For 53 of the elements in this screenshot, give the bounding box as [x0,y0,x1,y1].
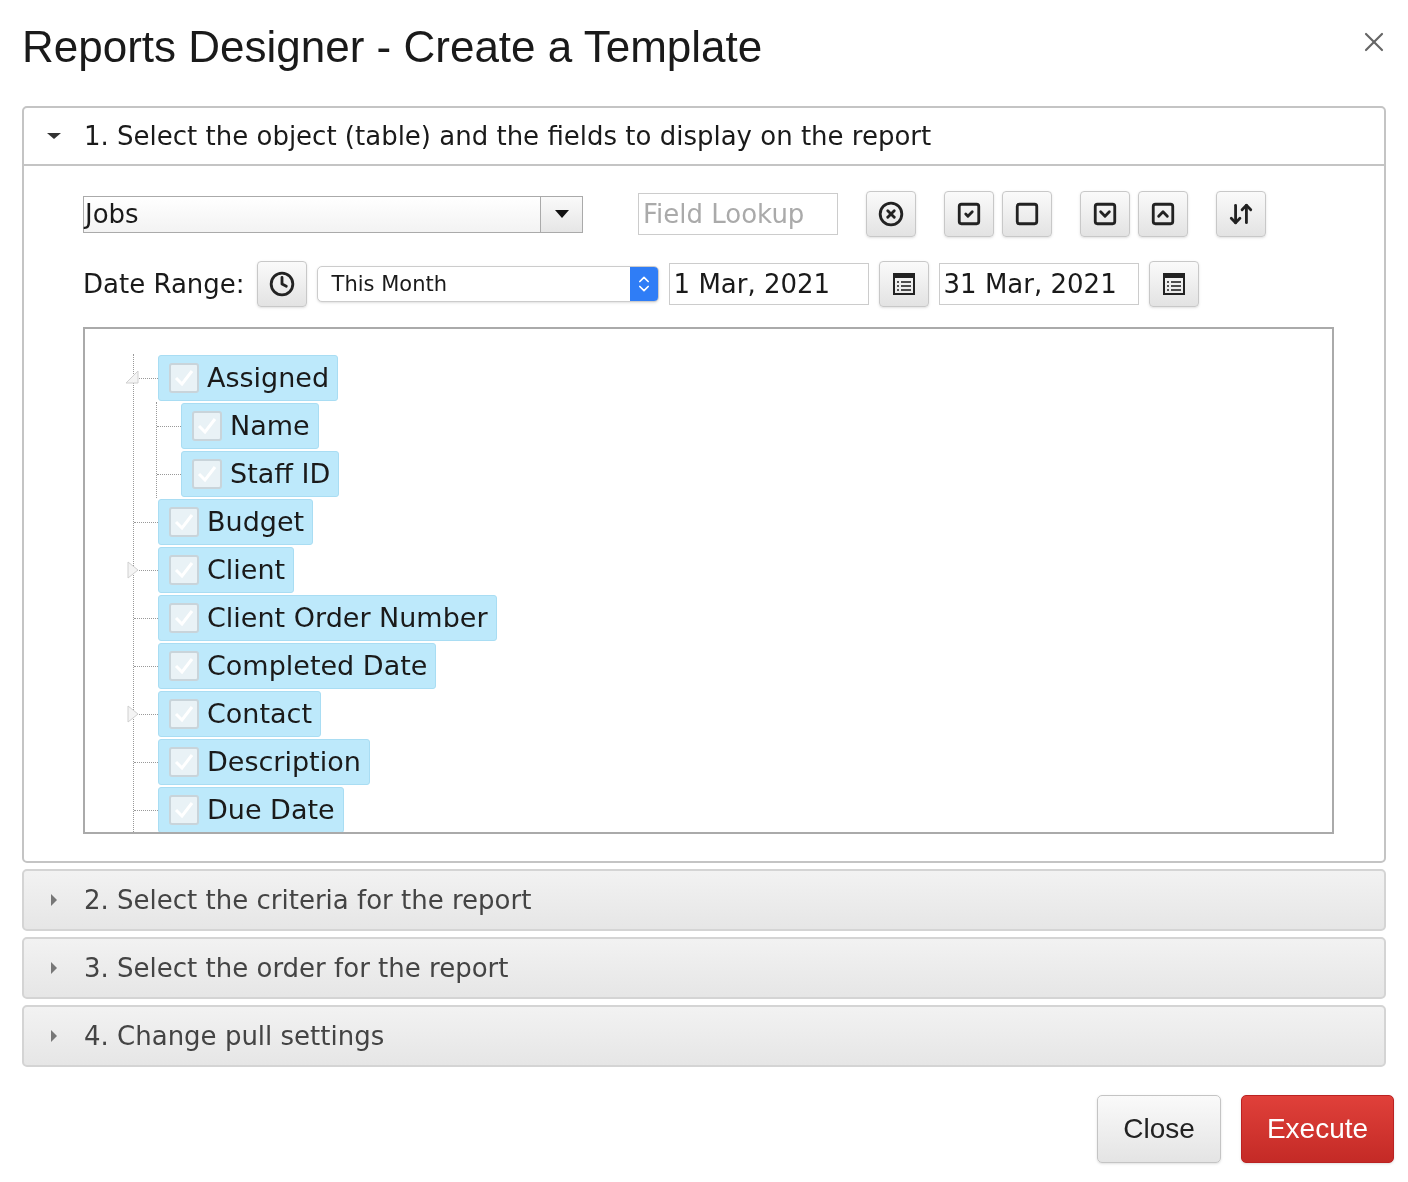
object-select[interactable]: Jobs [83,195,583,233]
checkbox[interactable] [192,459,222,489]
tree-item[interactable]: Completed Date [158,643,437,689]
sort-button[interactable] [1216,191,1266,237]
checkbox[interactable] [169,747,199,777]
date-range-label: Date Range: [83,267,245,301]
accordion-header[interactable]: 4. Change pull settings [24,1007,1384,1065]
calendar-button[interactable] [878,261,929,307]
square-chevron-up-icon [1150,201,1176,227]
square-icon [1014,201,1040,227]
expand-all-button[interactable] [1080,191,1130,237]
tree-item[interactable]: Contact [158,691,322,737]
tree-item[interactable]: Due Date [158,787,344,832]
tree-item[interactable]: Client [158,547,295,593]
accordion-header[interactable]: 2. Select the criteria for the report [24,871,1384,929]
list-icon [1161,272,1186,296]
checkbox[interactable] [169,651,199,681]
tree-item[interactable]: Client Order Number [158,595,497,641]
tree-item[interactable]: Staff ID [181,451,340,497]
sort-arrows-icon [1228,201,1254,227]
expanded-triangle-icon[interactable] [124,369,142,387]
date-preset-button[interactable] [256,261,307,307]
close-dialog-button[interactable]: Close [1097,1095,1221,1163]
circle-x-icon [878,201,904,227]
date-from-input[interactable]: 1 Mar, 2021 [668,263,869,305]
square-check-icon [956,201,982,227]
clock-icon [268,271,295,297]
list-icon [891,272,916,296]
execute-button[interactable]: Execute [1241,1095,1394,1163]
checkbox[interactable] [192,411,222,441]
clear-button[interactable] [866,191,916,237]
tree-item[interactable]: Budget [158,499,314,545]
tree-item[interactable]: Name [181,403,319,449]
date-preset-select[interactable]: This Month [316,266,659,302]
check-all-button[interactable] [944,191,994,237]
collapse-all-button[interactable] [1138,191,1188,237]
window-title: Reports Designer - Create a Template [22,21,763,73]
uncheck-all-button[interactable] [1002,191,1052,237]
calendar-button[interactable] [1148,261,1199,307]
checkbox[interactable] [169,699,199,729]
checkbox[interactable] [169,603,199,633]
checkbox[interactable] [169,363,199,393]
checkbox[interactable] [169,795,199,825]
square-chevron-down-icon [1092,201,1118,227]
accordion-header[interactable]: 3. Select the order for the report [24,939,1384,997]
accordion-header[interactable]: 1. Select the object (table) and the fields to display on the report [24,108,1384,166]
caret-icon [554,210,569,218]
field-lookup-input[interactable]: Field Lookup [638,193,838,235]
tree-item[interactable]: Description [158,739,370,785]
checkbox[interactable] [169,507,199,537]
checkbox[interactable] [169,555,199,585]
tree-item[interactable]: Assigned [158,355,339,401]
date-to-input[interactable]: 31 Mar, 2021 [938,263,1139,305]
